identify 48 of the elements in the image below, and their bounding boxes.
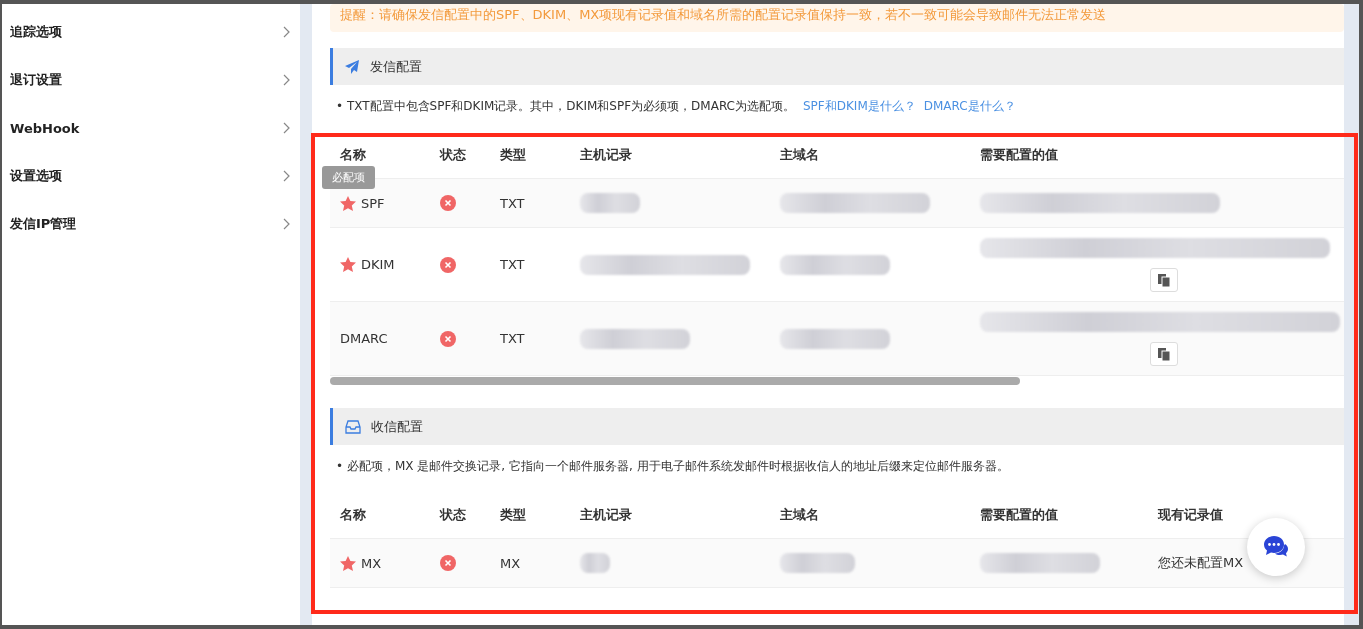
column-header: 名称 — [340, 506, 367, 524]
tooltip: 必配项 — [322, 166, 375, 189]
section-note: • 必配项，MX 是邮件交换记录, 它指向一个邮件服务器, 用于电子邮件系统发邮件时根据收信人的地址后缀来定位邮件服务器。 — [336, 458, 1009, 475]
column-header: 主域名 — [780, 146, 820, 164]
section-note: • TXT配置中包含SPF和DKIM记录。其中，DKIM和SPF为必须项，DMARC为选配项。 — [336, 98, 795, 115]
table-cell: TXT — [500, 195, 525, 211]
table-cell: MX — [361, 555, 382, 571]
column-header: 需要配置的值 — [980, 506, 1059, 524]
chevron-right-icon — [283, 26, 290, 38]
column-header: 主域名 — [780, 506, 820, 524]
redacted-blur — [580, 553, 610, 573]
table-cell: SPF — [361, 195, 385, 211]
column-header: 状态 — [440, 146, 467, 164]
chevron-right-icon — [283, 74, 290, 86]
chevron-right-icon — [283, 170, 290, 182]
column-header: 名称 — [340, 146, 367, 164]
table-cell: TXT — [500, 331, 525, 346]
copy-button[interactable] — [1150, 341, 1178, 366]
paper-plane-icon — [345, 59, 360, 74]
column-header: 需要配置的值 — [980, 146, 1059, 164]
column-header: 类型 — [500, 146, 527, 164]
section-title: 发信配置 — [370, 57, 422, 76]
warning-notice: 提醒：请确保发信配置中的SPF、DKIM、MX项现有记录值和域名所需的配置记录值保持一致，若不一致可能会导致邮件无法正常发送 — [330, 4, 1344, 32]
redacted-blur — [580, 193, 640, 213]
copy-icon — [1157, 272, 1171, 287]
sidebar-item[interactable]: 设置选项 — [2, 152, 300, 200]
table-cell: 您还未配置MX — [1158, 554, 1244, 572]
column-header: 主机记录 — [580, 146, 633, 164]
chevron-right-icon — [283, 218, 290, 230]
section-title: 收信配置 — [371, 417, 423, 436]
sidebar-item[interactable]: WebHook — [2, 104, 300, 152]
chevron-right-icon — [283, 122, 290, 134]
copy-icon — [1157, 346, 1171, 361]
table-cell: DMARC — [340, 331, 388, 346]
sidebar-item[interactable]: 追踪选项 — [2, 8, 300, 56]
sidebar-item[interactable]: 发信IP管理 — [2, 200, 300, 248]
column-header: 类型 — [500, 506, 527, 524]
table-cell: DKIM — [361, 257, 395, 272]
copy-button[interactable] — [1150, 267, 1178, 292]
column-header: 主机记录 — [580, 506, 633, 524]
column-header: 状态 — [440, 506, 467, 524]
sidebar-item[interactable]: 退订设置 — [2, 56, 300, 104]
column-header: 现有记录值 — [1158, 506, 1224, 524]
table-cell: TXT — [500, 257, 525, 272]
table-cell: MX — [500, 555, 521, 571]
chat-bubbles-icon — [1263, 535, 1289, 559]
inbox-icon — [345, 419, 361, 434]
horizontal-scrollbar[interactable] — [330, 377, 1020, 385]
